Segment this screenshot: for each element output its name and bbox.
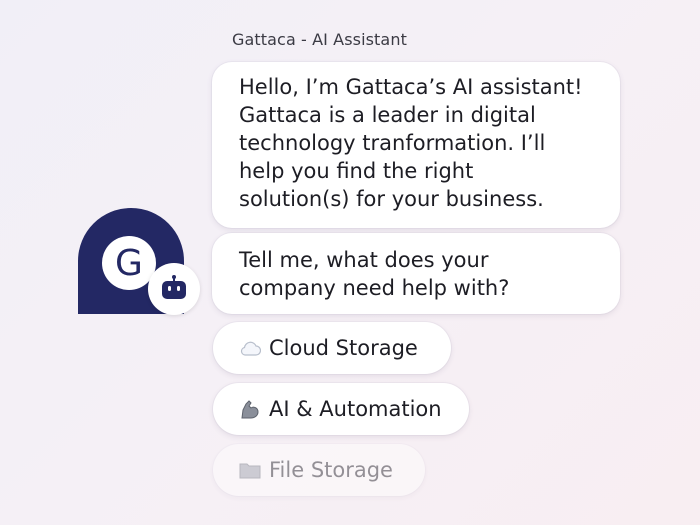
folder-icon <box>239 459 261 481</box>
robot-icon <box>162 275 186 299</box>
message-text: Tell me, what does your company need hel… <box>239 248 510 300</box>
option-file-storage-button[interactable]: File Storage <box>213 444 425 496</box>
option-label: Cloud Storage <box>269 336 418 360</box>
flexed-arm-icon <box>239 398 261 420</box>
option-cloud-storage-button[interactable]: Cloud Storage <box>213 322 451 374</box>
option-label: File Storage <box>269 458 393 482</box>
assistant-name: Gattaca - AI Assistant <box>232 30 407 49</box>
option-label: AI & Automation <box>269 397 442 421</box>
cloud-icon <box>239 337 261 359</box>
option-ai-automation-button[interactable]: AI & Automation <box>213 383 469 435</box>
message-bubble-question: Tell me, what does your company need hel… <box>212 233 620 314</box>
message-bubble-greeting: Hello, I’m Gattaca’s AI assistant! Gatta… <box>212 62 620 228</box>
message-text: Hello, I’m Gattaca’s AI assistant! Gatta… <box>239 75 583 211</box>
bot-badge <box>148 263 200 315</box>
